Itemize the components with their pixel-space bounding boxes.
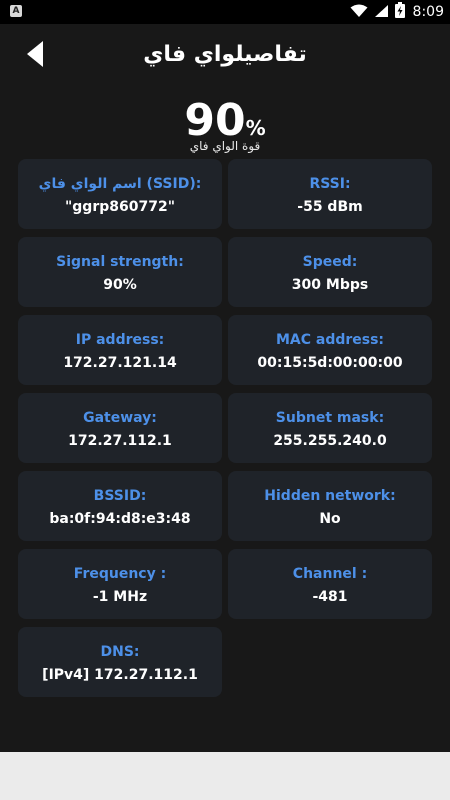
card-ssid: اسم الواي فاي (SSID): "ggrp860772" [18,159,222,229]
wifi-strength-display: 90% قوة الواي فاي [0,96,450,154]
status-bar: A 8:09 [0,0,450,24]
card-gateway: Gateway: 172.27.112.1 [18,393,222,463]
bottom-bar [0,752,450,800]
card-label: Signal strength: [56,254,184,270]
card-value: 255.255.240.0 [273,433,387,449]
card-bssid: BSSID: ba:0f:94:d8:e3:48 [18,471,222,541]
card-label: RSSI: [309,176,351,192]
card-label: Subnet mask: [275,410,385,426]
card-hidden-network: Hidden network: No [228,471,432,541]
card-value: -1 MHz [92,589,148,605]
card-label: Channel : [292,566,368,582]
notification-icon: A [10,5,22,17]
card-value: No [319,511,341,527]
card-value: ba:0f:94:d8:e3:48 [49,511,191,527]
card-dns: DNS: [IPv4] 172.27.112.1 [18,627,222,697]
card-value: "ggrp860772" [64,199,175,215]
card-speed: Speed: 300 Mbps [228,237,432,307]
card-label: Frequency : [73,566,167,582]
card-label: Speed: [302,254,358,270]
card-value: [IPv4] 172.27.112.1 [42,667,198,683]
status-icons: 8:09 [350,2,444,22]
card-value: -481 [312,589,348,605]
card-signal-strength: Signal strength: 90% [18,237,222,307]
wifi-strength-label: قوة الواي فاي [189,139,261,153]
card-frequency: Frequency : -1 MHz [18,549,222,619]
card-label: DNS: [100,644,140,660]
card-label: اسم الواي فاي (SSID): [38,176,202,192]
page-title: تفاصيلواي فاي [143,42,307,67]
card-label: IP address: [75,332,165,348]
card-label: MAC address: [275,332,385,348]
card-value: -55 dBm [297,199,363,215]
status-time: 8:09 [412,4,444,20]
card-value: 172.27.112.1 [68,433,172,449]
card-value: 00:15:5d:00:00:00 [257,355,403,371]
card-ip-address: IP address: 172.27.121.14 [18,315,222,385]
card-value: 90% [103,277,137,293]
wifi-icon [350,3,368,22]
card-mac-address: MAC address: 00:15:5d:00:00:00 [228,315,432,385]
card-value: 300 Mbps [291,277,369,293]
card-value: 172.27.121.14 [63,355,177,371]
battery-icon [394,2,405,22]
app-header: تفاصيلواي فاي [0,24,450,90]
card-rssi: RSSI: -55 dBm [228,159,432,229]
card-label: Gateway: [83,410,157,426]
cellular-signal-icon [374,3,389,22]
card-subnet-mask: Subnet mask: 255.255.240.0 [228,393,432,463]
card-channel: Channel : -481 [228,549,432,619]
card-label: BSSID: [93,488,147,504]
card-label: Hidden network: [264,488,396,504]
strength-unit: % [245,116,266,140]
